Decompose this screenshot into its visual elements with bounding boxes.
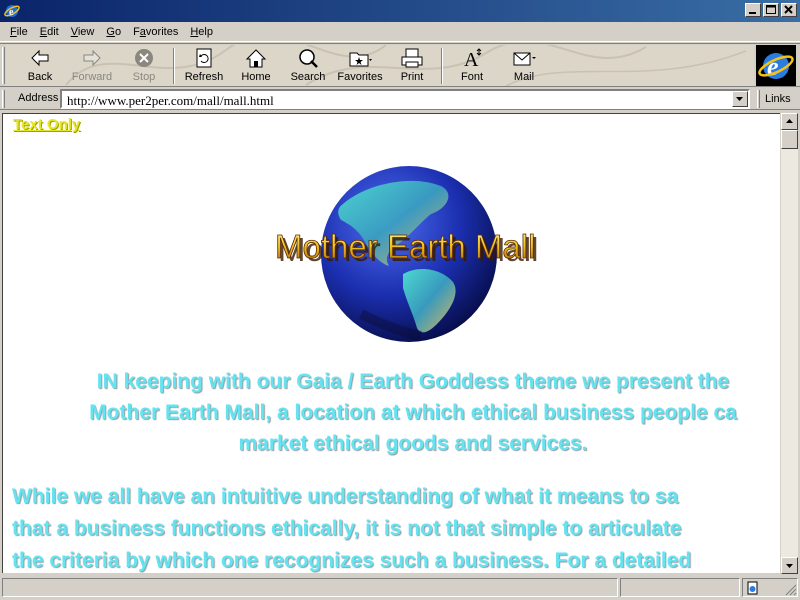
search-icon — [299, 49, 318, 68]
toolbar-buttons: Back Forward Stop Refresh Home Search Favorite… — [14, 46, 550, 86]
vertical-scrollbar[interactable] — [781, 113, 798, 574]
scroll-thumb[interactable] — [781, 130, 798, 149]
back-button-label: Back — [27, 71, 53, 83]
back-arrow-icon — [31, 49, 49, 67]
refresh-icon — [196, 48, 212, 68]
svg-text:A: A — [464, 49, 479, 69]
page-content: Text Only Mother Earth Mall Mother Earth… — [2, 113, 780, 573]
logo-text: Mother Earth Mall — [275, 228, 535, 265]
scroll-up-button[interactable] — [781, 113, 798, 130]
title-bar[interactable]: e — [0, 0, 800, 22]
globe-icon: Mother Earth Mall Mother Earth Mall — [275, 166, 538, 342]
minimize-button[interactable] — [745, 3, 761, 17]
body-line: While we all have an intuitive understan… — [12, 485, 679, 508]
intro-paragraph: IN keeping with our Gaia / Earth Goddess… — [3, 366, 780, 459]
search-button[interactable]: Search — [282, 46, 334, 86]
status-zone-pane — [742, 578, 798, 597]
forward-button[interactable]: Forward — [66, 46, 118, 86]
print-button-label: Print — [400, 71, 424, 83]
font-button-label: Font — [460, 71, 483, 83]
ie-logo: e — [756, 45, 796, 86]
back-button[interactable]: Back — [14, 46, 66, 86]
status-text-pane — [2, 578, 618, 597]
scroll-down-button[interactable] — [781, 557, 798, 574]
menu-favorites[interactable]: Favorites — [127, 26, 184, 38]
forward-button-label: Forward — [71, 71, 113, 83]
printer-icon — [401, 48, 423, 68]
ie-logo-icon: e — [758, 52, 794, 81]
forward-arrow-icon — [83, 49, 101, 67]
minimize-icon — [749, 12, 756, 14]
menu-help[interactable]: Help — [184, 26, 219, 38]
menu-go[interactable]: Go — [100, 26, 127, 38]
font-button[interactable]: A Font — [446, 46, 498, 86]
close-button[interactable] — [781, 3, 797, 17]
toolbar-separator — [441, 48, 443, 84]
links-button[interactable]: Links — [765, 93, 791, 105]
address-dropdown-button[interactable] — [732, 91, 748, 107]
stop-icon — [135, 49, 153, 67]
address-label: Address — [18, 92, 59, 104]
favorites-button[interactable]: Favorites — [334, 46, 386, 86]
links-separator — [757, 90, 760, 108]
svg-text:e: e — [767, 52, 779, 81]
chevron-down-icon — [736, 97, 743, 101]
home-icon — [245, 49, 267, 68]
refresh-button-label: Refresh — [184, 71, 224, 83]
mail-icon — [513, 52, 536, 66]
home-button[interactable]: Home — [230, 46, 282, 86]
font-icon: A — [464, 48, 482, 69]
home-button-label: Home — [241, 71, 271, 83]
scroll-up-icon — [786, 119, 793, 123]
menu-file[interactable]: File — [4, 26, 34, 38]
stop-button[interactable]: Stop — [118, 46, 170, 86]
intro-line: IN keeping with our Gaia / Earth Goddess… — [96, 370, 730, 393]
resize-grip-icon[interactable] — [785, 584, 797, 596]
body-line: the criteria by which one recognizes suc… — [12, 549, 692, 572]
close-icon — [784, 5, 793, 14]
page-icon — [747, 581, 758, 595]
address-grip[interactable] — [2, 90, 5, 108]
intro-line: market ethical goods and services. — [238, 432, 588, 455]
menu-bar: File Edit View Go Favorites Help — [0, 22, 800, 42]
refresh-button[interactable]: Refresh — [178, 46, 230, 86]
body-paragraph: While we all have an intuitive understan… — [12, 481, 780, 573]
favorites-folder-icon — [349, 52, 372, 67]
print-button[interactable]: Print — [386, 46, 438, 86]
intro-line: Mother Earth Mall, a location at which e… — [89, 401, 737, 424]
svg-text:e: e — [9, 7, 14, 18]
body-line: that a business functions ethically, it … — [12, 517, 682, 540]
address-input[interactable]: http://www.per2per.com/mall/mall.html — [60, 89, 750, 109]
status-progress-pane — [620, 578, 740, 597]
scroll-down-icon — [786, 564, 793, 568]
ie-icon: e — [4, 5, 20, 18]
maximize-button[interactable] — [763, 3, 779, 17]
text-only-link[interactable]: Text Only — [13, 116, 80, 133]
menu-view[interactable]: View — [65, 26, 101, 38]
maximize-icon — [766, 5, 776, 14]
favorites-button-label: Favorites — [337, 71, 383, 83]
status-bar — [0, 575, 800, 600]
search-button-label: Search — [290, 71, 326, 83]
toolbar-grip[interactable] — [2, 47, 5, 84]
address-url[interactable]: http://www.per2per.com/mall/mall.html — [67, 93, 274, 109]
stop-button-label: Stop — [132, 71, 156, 83]
toolbar-separator — [173, 48, 175, 84]
menu-edit[interactable]: Edit — [34, 26, 65, 38]
toolbar: Back Forward Stop Refresh Home Search Favorite… — [0, 43, 800, 87]
mail-button-label: Mail — [513, 71, 535, 83]
mother-earth-mall-logo: Mother Earth Mall Mother Earth Mall — [271, 164, 555, 344]
address-bar: Address http://www.per2per.com/mall/mall… — [0, 88, 800, 110]
mail-button[interactable]: Mail — [498, 46, 550, 86]
